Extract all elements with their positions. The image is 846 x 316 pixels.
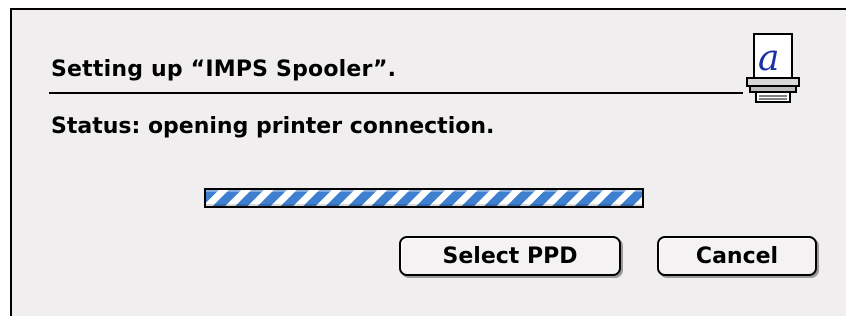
printer-setup-dialog: Setting up “IMPS Spooler”. a Status: ope… (10, 8, 846, 316)
printer-document-icon: a (744, 30, 804, 106)
cancel-button[interactable]: Cancel (657, 236, 817, 276)
svg-text:a: a (758, 38, 779, 79)
title-divider (49, 92, 743, 94)
progress-bar-fill (206, 190, 642, 206)
dialog-title: Setting up “IMPS Spooler”. (51, 57, 397, 82)
status-text: Status: opening printer connection. (51, 114, 495, 139)
progress-bar (204, 188, 644, 208)
select-ppd-button[interactable]: Select PPD (399, 236, 621, 276)
